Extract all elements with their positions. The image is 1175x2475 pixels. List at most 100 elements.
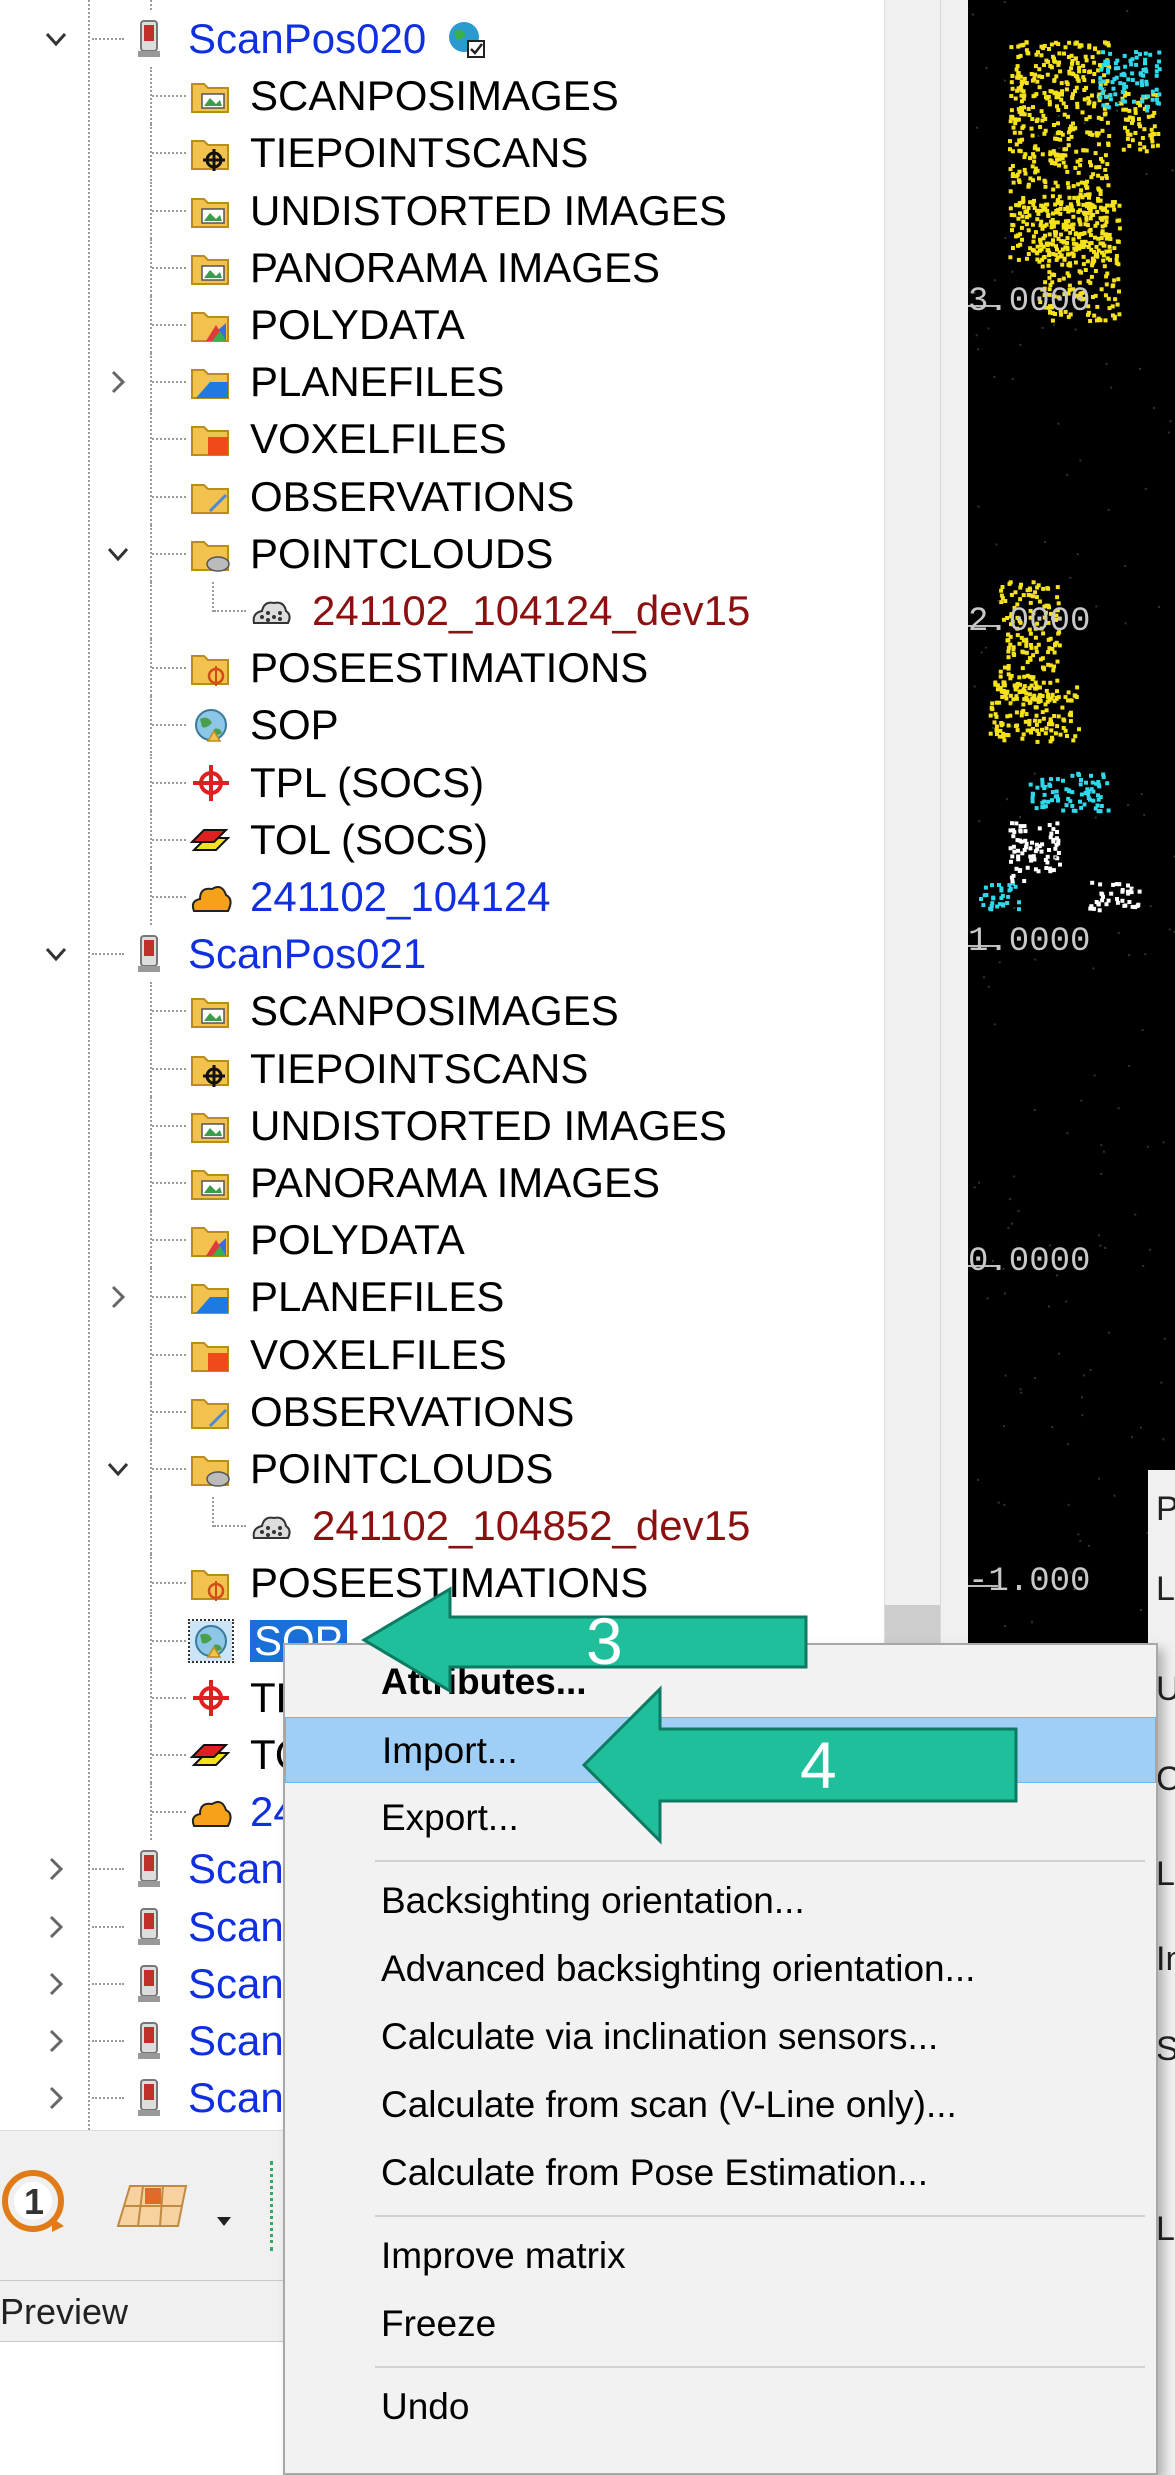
chevron-right-icon[interactable] bbox=[93, 353, 143, 410]
tree-item[interactable]: OBSERVATIONS bbox=[0, 468, 890, 525]
tree-guide-line bbox=[150, 696, 152, 753]
tree-item[interactable]: POINTCLOUDS bbox=[0, 1440, 890, 1497]
tree-item[interactable]: UNDISTORTED IMAGES bbox=[0, 1097, 890, 1154]
scan-viewport[interactable]: 3.0000 2.0000 1.0000 0.0000 -1.000 bbox=[968, 0, 1175, 1660]
tree-item[interactable]: 241102_104124_dev15 bbox=[0, 582, 890, 639]
sop-globe-icon bbox=[188, 1619, 234, 1663]
menu-item-backsighting-orientation[interactable]: Backsighting orientation... bbox=[285, 1868, 1156, 1934]
tree-item[interactable]: PANORAMA IMAGES bbox=[0, 1154, 890, 1211]
tree-guide-line bbox=[92, 2040, 124, 2042]
menu-item-calculate-from-pose-estimation[interactable]: Calculate from Pose Estimation... bbox=[285, 2140, 1156, 2206]
tree-guide-line bbox=[152, 152, 186, 154]
tree-guide-line bbox=[150, 811, 152, 868]
tree-item[interactable]: VOXELFILES bbox=[0, 1326, 890, 1383]
tiepoint-crosshair-icon bbox=[190, 763, 232, 803]
tree-item-scanpos[interactable]: ScanPos021 bbox=[0, 925, 890, 982]
tree-item[interactable]: TIEPOINTSCANS bbox=[0, 124, 890, 181]
chevron-down-icon[interactable] bbox=[93, 1440, 143, 1497]
menu-item-calculate-from-scan-v-line-only[interactable]: Calculate from scan (V-Line only)... bbox=[285, 2072, 1156, 2138]
tree-guide-line bbox=[150, 639, 152, 696]
tree-item[interactable]: TIEPOINTSCANS bbox=[0, 1040, 890, 1097]
tree-guide-line bbox=[150, 1554, 152, 1611]
tree-item[interactable]: SCANPOSIMAGES bbox=[0, 982, 890, 1039]
folder-observations-icon bbox=[190, 477, 232, 517]
tree-item-label: POINTCLOUDS bbox=[250, 1445, 554, 1492]
tree-item-label: ScanPos021 bbox=[188, 930, 427, 977]
tree-guide-line bbox=[150, 525, 152, 582]
property-label: Le bbox=[1156, 2210, 1175, 2248]
tiepoint-crosshair-icon bbox=[190, 1678, 232, 1718]
tree-guide-line bbox=[150, 1497, 152, 1554]
axis-tick-label: 3.0000 bbox=[968, 283, 1091, 321]
tree-item[interactable]: PANORAMA IMAGES bbox=[0, 239, 890, 296]
tree-item-label: 241102_104124_dev15 bbox=[312, 587, 751, 634]
property-label: C bbox=[1156, 1760, 1175, 1798]
tree-guide-line bbox=[152, 1296, 186, 1298]
tree-guide-line bbox=[152, 496, 186, 498]
grid-icon[interactable] bbox=[108, 2176, 188, 2231]
tree-guide-line bbox=[150, 410, 152, 467]
tree-item[interactable]: VOXELFILES bbox=[0, 410, 890, 467]
tree-item[interactable]: SOP bbox=[0, 696, 890, 753]
menu-item-label: Import... bbox=[382, 1730, 518, 1771]
chevron-right-icon[interactable] bbox=[93, 1268, 143, 1325]
step-4-arrow: 4 bbox=[580, 1685, 1020, 1845]
tree-item[interactable]: TOL (SOCS) bbox=[0, 811, 890, 868]
svg-text:1: 1 bbox=[24, 2181, 44, 2222]
tree-item[interactable]: SCANPOSIMAGES bbox=[0, 67, 890, 124]
tree-guide-line bbox=[92, 1983, 124, 1985]
axis-tick-label: -1.000 bbox=[968, 1563, 1091, 1601]
chevron-right-icon[interactable] bbox=[31, 2012, 81, 2069]
menu-item-undo[interactable]: Undo bbox=[285, 2374, 1156, 2440]
menu-separator bbox=[375, 2366, 1145, 2368]
tree-item[interactable]: POSEESTIMATIONS bbox=[0, 639, 890, 696]
tree-item[interactable]: PLANEFILES bbox=[0, 353, 890, 410]
orientation-1-icon[interactable]: 1 bbox=[0, 2166, 70, 2236]
tree-item[interactable]: POINTCLOUDS bbox=[0, 525, 890, 582]
chevron-right-icon[interactable] bbox=[31, 1898, 81, 1955]
tree-item[interactable]: UNDISTORTED IMAGES bbox=[0, 182, 890, 239]
tree-item-label: VOXELFILES bbox=[250, 1331, 507, 1378]
chevron-right-icon[interactable] bbox=[31, 1955, 81, 2012]
sop-globe-icon bbox=[190, 705, 232, 745]
tree-guide-line bbox=[152, 724, 186, 726]
scanner-icon bbox=[128, 1849, 170, 1889]
tree-item-label: OBSERVATIONS bbox=[250, 1388, 575, 1435]
tree-guide-line bbox=[152, 210, 186, 212]
tree-guide-line bbox=[152, 1068, 186, 1070]
folder-pose-icon bbox=[190, 648, 232, 688]
chevron-right-icon[interactable] bbox=[31, 2069, 81, 2126]
menu-item-label: Backsighting orientation... bbox=[381, 1880, 805, 1921]
tree-guide-line bbox=[214, 1525, 246, 1527]
tree-item[interactable]: POLYDATA bbox=[0, 296, 890, 353]
dropdown-arrow-icon[interactable] bbox=[214, 2211, 234, 2231]
folder-planes-icon bbox=[190, 1277, 232, 1317]
menu-item-calculate-via-inclination-sensors[interactable]: Calculate via inclination sensors... bbox=[285, 2004, 1156, 2070]
menu-item-label: Improve matrix bbox=[381, 2235, 626, 2276]
tree-item[interactable]: PLANEFILES bbox=[0, 1268, 890, 1325]
menu-item-freeze[interactable]: Freeze bbox=[285, 2291, 1156, 2357]
tree-guide-line bbox=[150, 1783, 152, 1840]
tree-item[interactable]: OBSERVATIONS bbox=[0, 1383, 890, 1440]
menu-item-improve-matrix[interactable]: Improve matrix bbox=[285, 2223, 1156, 2289]
property-label: Lo bbox=[1156, 1855, 1175, 1893]
tree-item-label: SCANPOSIMAGES bbox=[250, 72, 619, 119]
tree-item[interactable]: POLYDATA bbox=[0, 1211, 890, 1268]
chevron-down-icon[interactable] bbox=[93, 525, 143, 582]
chevron-down-icon[interactable] bbox=[31, 10, 81, 67]
tree-guide-line bbox=[152, 1239, 186, 1241]
tree-item[interactable]: 241102_104852_dev15 bbox=[0, 1497, 890, 1554]
folder-pose-icon bbox=[190, 1563, 232, 1603]
tree-guide-line bbox=[150, 754, 152, 811]
tree-item[interactable]: 241102_104124 bbox=[0, 868, 890, 925]
chevron-right-icon[interactable] bbox=[31, 1840, 81, 1897]
tree-item[interactable]: TPL (SOCS) bbox=[0, 754, 890, 811]
globe-check-icon bbox=[446, 19, 488, 59]
folder-polydata-icon bbox=[190, 1220, 232, 1260]
tree-item-label: PANORAMA IMAGES bbox=[250, 1159, 660, 1206]
tree-guide-line bbox=[152, 1468, 186, 1470]
pointcloud-icon bbox=[250, 591, 292, 631]
menu-item-advanced-backsighting-orientation[interactable]: Advanced backsighting orientation... bbox=[285, 1936, 1156, 2002]
tree-item-scanpos[interactable]: ScanPos020 bbox=[0, 10, 890, 67]
chevron-down-icon[interactable] bbox=[31, 925, 81, 982]
